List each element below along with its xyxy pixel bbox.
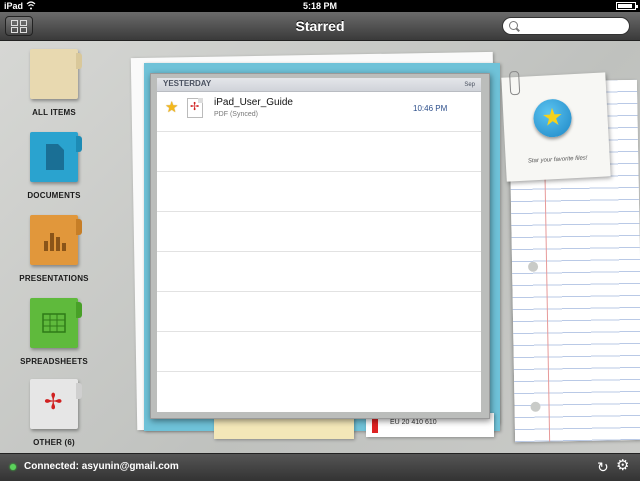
bottom-bar: Connected: asyunin@gmail.com ↻ ⚙ — [0, 453, 640, 481]
bar-chart-icon — [30, 215, 82, 265]
empty-row — [157, 292, 481, 332]
pdf-icon: ✢ — [30, 379, 82, 429]
nav-bar: Starred — [0, 12, 640, 41]
status-bar: iPad 5:18 PM — [0, 0, 640, 12]
file-time: 10:46 PM — [413, 104, 448, 113]
note-text: Star your favorite files! — [527, 155, 588, 165]
section-header: YESTERDAY Sep — [157, 78, 481, 92]
settings-gear-icon[interactable]: ⚙ — [616, 458, 629, 474]
empty-row — [157, 252, 481, 292]
sidebar-item-label: SPREADSHEETS — [20, 357, 88, 366]
search-input[interactable] — [502, 17, 630, 35]
star-icon: ★ — [532, 98, 573, 139]
file-subtitle: PDF (Synced) — [214, 111, 258, 118]
main-content: ALL ITEMS DOCUMENTS PRESENTATIONS SPREAD… — [0, 41, 640, 453]
spreadsheet-icon — [30, 298, 82, 348]
battery-icon — [616, 2, 638, 10]
sidebar-item-label: OTHER (6) — [33, 438, 75, 447]
section-header-label: YESTERDAY — [163, 79, 212, 88]
search-icon — [509, 21, 518, 30]
barcode-text: EU 20 410 610 — [390, 419, 437, 426]
document-icon — [30, 132, 82, 182]
favorites-note: ★ Star your favorite files! — [501, 70, 611, 182]
refresh-button[interactable]: ↻ — [597, 459, 609, 475]
connection-status-icon — [10, 464, 16, 470]
pdf-file-icon: ✢ — [187, 98, 203, 118]
sidebar-item-label: DOCUMENTS — [27, 191, 81, 200]
sidebar-item-label: PRESENTATIONS — [19, 274, 89, 283]
connection-status: Connected: asyunin@gmail.com — [24, 461, 179, 472]
empty-row — [157, 212, 481, 252]
empty-row — [157, 372, 481, 411]
empty-row — [157, 172, 481, 212]
file-row[interactable]: ★ ✢ iPad_User_Guide PDF (Synced) 10:46 P… — [157, 92, 481, 132]
empty-row — [157, 332, 481, 372]
column-hint: Sep — [464, 82, 475, 88]
file-name: iPad_User_Guide — [214, 97, 293, 108]
sidebar-item-label: ALL ITEMS — [32, 108, 76, 117]
starred-icon[interactable]: ★ — [165, 100, 178, 115]
empty-row — [157, 132, 481, 172]
folder-icon — [30, 49, 82, 99]
clock: 5:18 PM — [302, 1, 337, 11]
file-list-panel: YESTERDAY Sep ★ ✢ iPad_User_Guide PDF (S… — [150, 73, 490, 419]
